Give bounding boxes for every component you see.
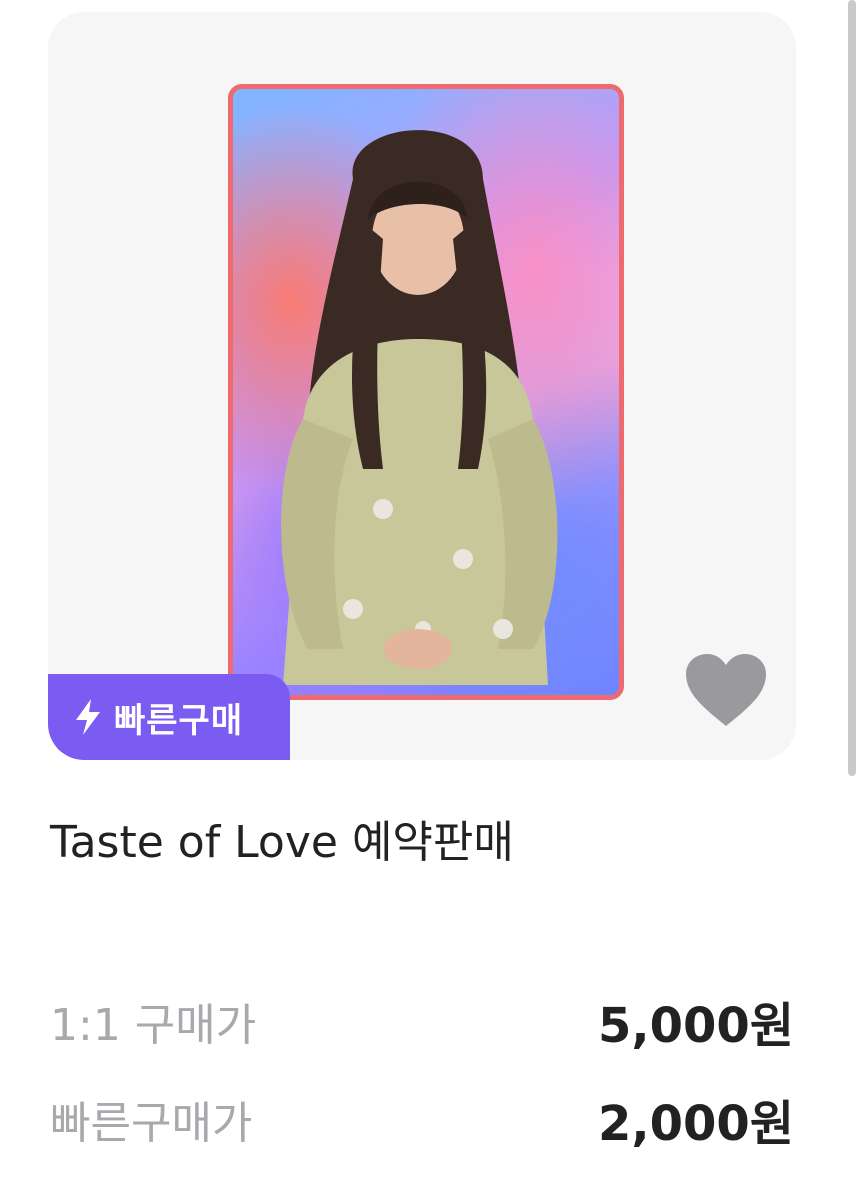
- price-value: 5,000원: [598, 998, 794, 1054]
- product-title[interactable]: Taste of Love 예약판매: [50, 806, 514, 870]
- heart-icon[interactable]: [684, 652, 768, 728]
- price-row-quick-buy: 빠른구매가 2,000원: [50, 1084, 794, 1154]
- product-card[interactable]: 빠른구매: [48, 12, 796, 760]
- lightning-bolt-icon: [76, 699, 100, 735]
- price-label: 1:1 구매가: [50, 1000, 257, 1051]
- photocard-illustration: [281, 130, 558, 685]
- price-label: 빠른구매가: [50, 1098, 253, 1149]
- photocard-image[interactable]: [228, 84, 624, 700]
- listing-page: 빠른구매 Taste of Love 예약판매 1:1 구매가 5,000원 빠…: [0, 0, 864, 1200]
- quick-buy-label: 빠른구매: [114, 700, 244, 741]
- price-row-one-to-one: 1:1 구매가 5,000원: [50, 986, 794, 1056]
- quick-buy-badge: 빠른구매: [48, 674, 290, 760]
- scrollbar[interactable]: [848, 0, 856, 776]
- price-value: 2,000원: [598, 1096, 794, 1152]
